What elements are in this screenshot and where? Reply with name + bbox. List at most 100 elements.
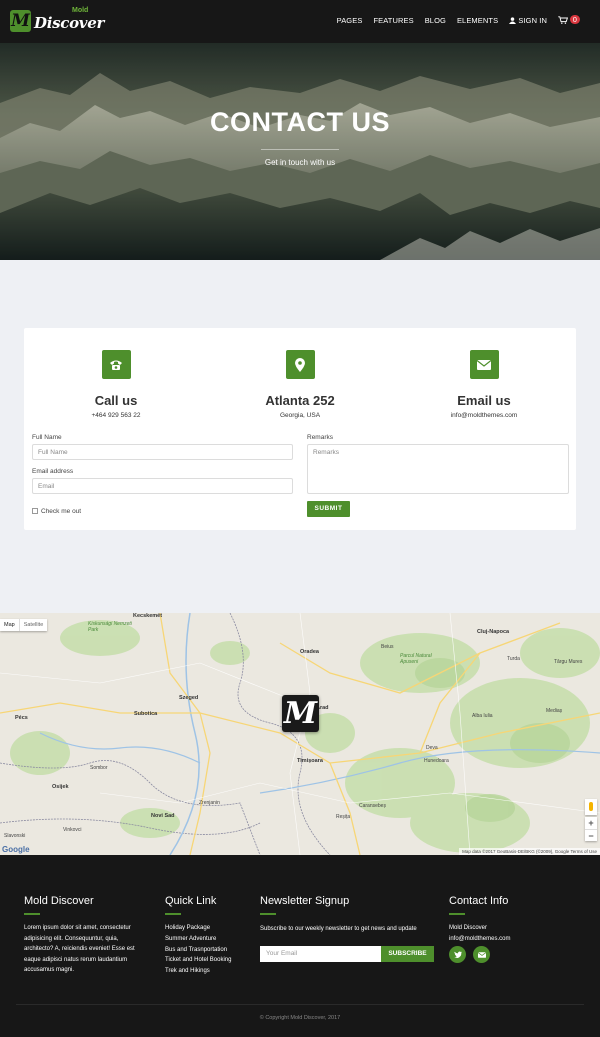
map-label: Beius	[381, 644, 394, 650]
contact-block-value: info@moldthemes.com	[450, 412, 518, 419]
quick-link[interactable]: Bus and Trasnportation	[165, 945, 255, 956]
quick-link[interactable]: Summer Adventure	[165, 934, 255, 945]
copyright-text: © Copyright Mold Discover, 2017	[259, 1015, 341, 1021]
heading-underline	[260, 913, 276, 915]
newsletter-text: Subscribe to our weekly newsletter to ge…	[260, 926, 417, 932]
subscribe-button[interactable]: SUBSCRIBE	[381, 946, 434, 962]
contact-block-email: Email us info@moldthemes.com	[394, 350, 574, 419]
map-label: Cluj-Napoca	[477, 629, 510, 635]
footer-newsletter: Newsletter Signup Subscribe to our weekl…	[260, 895, 440, 935]
zoom-out-button[interactable]: −	[585, 829, 597, 841]
contact-name: Mold Discover	[449, 925, 488, 931]
footer-quick-links: Quick Link Holiday Package Summer Advent…	[165, 895, 255, 977]
envelope-icon	[477, 951, 486, 958]
menu-item-features[interactable]: FEATURES	[373, 16, 413, 26]
map-label: Slavonski	[4, 833, 26, 839]
zoom-in-button[interactable]: +	[585, 817, 597, 829]
top-navbar: M Discover Mold PAGES FEATURES BLOG ELEM…	[0, 0, 600, 43]
map-label: Subotica	[134, 711, 158, 717]
heading-underline	[24, 913, 40, 915]
footer-contact: Contact Info Mold Discover info@moldthem…	[449, 895, 579, 944]
user-icon	[509, 17, 517, 24]
email-social-button[interactable]	[473, 946, 490, 963]
fullname-input[interactable]: Full Name	[32, 444, 293, 460]
contact-block-value: Georgia, USA	[279, 412, 321, 419]
remarks-textarea[interactable]: Remarks	[307, 444, 569, 494]
menu-item-blog[interactable]: BLOG	[425, 16, 446, 26]
email-label: Email address	[32, 468, 74, 475]
footer-heading: Quick Link	[165, 895, 217, 907]
fullname-label: Full Name	[32, 434, 62, 441]
map-label: Novi Sad	[151, 813, 175, 819]
check-me-checkbox[interactable]	[32, 508, 38, 514]
map-label: Zrenjanin	[199, 800, 220, 806]
contact-block-value: +464 929 563 22	[91, 412, 141, 419]
map-label: Deva	[426, 745, 438, 751]
title-divider	[261, 149, 339, 150]
footer-about-text: Lorem ipsum dolor sit amet, consectetur …	[24, 925, 135, 973]
newsletter-email-input[interactable]: Your Email	[260, 946, 381, 962]
map-label: Mediaș	[546, 708, 563, 714]
map-label: Pécs	[15, 715, 28, 721]
map-label: Osijek	[52, 784, 69, 790]
quick-link-list: Holiday Package Summer Adventure Bus and…	[165, 923, 255, 977]
page-subtitle: Get in touch with us	[264, 158, 336, 167]
footer-heading: Mold Discover	[24, 895, 94, 907]
cart-count-badge: 0	[569, 15, 580, 24]
cart-icon	[558, 16, 569, 24]
map-label: Sombor	[90, 765, 108, 771]
quick-link[interactable]: Trek and Hikings	[165, 966, 255, 977]
map-label: Vinkovci	[63, 827, 82, 833]
logo-small-text: Mold	[72, 7, 89, 14]
quick-link[interactable]: Holiday Package	[165, 923, 255, 934]
map-label: Kecskemét	[133, 613, 163, 619]
street-view-pegman-icon[interactable]	[585, 799, 597, 815]
check-me-label: Check me out	[41, 508, 82, 515]
map-tab-satellite[interactable]: Satellite	[18, 619, 48, 631]
logo-text: Discover	[34, 14, 105, 32]
footer: Mold Discover Lorem ipsum dolor sit amet…	[0, 855, 600, 1037]
contact-block-title: Email us	[457, 393, 511, 408]
cart-button[interactable]: 0	[558, 15, 580, 26]
footer-heading: Contact Info	[449, 895, 509, 907]
map-label: Oradea	[300, 649, 319, 655]
twitter-icon	[453, 951, 462, 958]
map-label: Caransebeș	[359, 803, 386, 809]
mail-icon	[469, 350, 499, 379]
map-label: Kiskunsági Nemzeti Park	[88, 621, 132, 633]
footer-about: Mold Discover Lorem ipsum dolor sit amet…	[24, 895, 144, 976]
google-logo: Google	[2, 845, 30, 854]
submit-button[interactable]: SUBMIT	[307, 501, 350, 517]
map-label: Parcul Natural Apuseni	[400, 653, 432, 665]
location-map[interactable]: Kecskemét Szeged Subotica Timișoara Arad…	[0, 613, 600, 855]
zoom-control: + −	[585, 817, 597, 841]
heading-underline	[165, 913, 181, 915]
footer-heading: Newsletter Signup	[260, 895, 350, 907]
map-label: Hunedoara	[424, 758, 449, 764]
signin-link[interactable]: SIGN IN	[509, 16, 547, 26]
contact-block-title: Atlanta 252	[265, 393, 335, 408]
twitter-button[interactable]	[449, 946, 466, 963]
map-tab-map[interactable]: Map	[0, 619, 19, 631]
menu-item-pages[interactable]: PAGES	[337, 16, 363, 26]
map-label: Târgu Mures	[554, 659, 583, 665]
main-menu: PAGES FEATURES BLOG ELEMENTS SIGN IN 0	[337, 15, 580, 26]
contact-card: Call us +464 929 563 22 Atlanta 252 Geor…	[24, 328, 576, 530]
contact-block-title: Call us	[94, 393, 138, 408]
map-label: Timișoara	[297, 758, 323, 764]
menu-item-elements[interactable]: ELEMENTS	[457, 16, 498, 26]
email-input[interactable]: Email	[32, 478, 293, 494]
map-type-control: Map Satellite	[0, 619, 48, 631]
logo-mark: M	[10, 10, 31, 32]
page-title: CONTACT US	[210, 107, 390, 137]
hero-banner: CONTACT US Get in touch with us	[0, 43, 600, 260]
contact-block-address: Atlanta 252 Georgia, USA	[210, 350, 390, 419]
quick-link[interactable]: Ticket and Hotel Booking	[165, 955, 255, 966]
logo[interactable]: M Discover Mold	[10, 7, 104, 34]
contact-email[interactable]: info@moldthemes.com	[449, 934, 579, 945]
map-credit[interactable]: Map data ©2017 GeoBasis-DE/BKG (©2009), …	[459, 848, 600, 855]
phone-icon	[101, 350, 131, 379]
map-label: Turda	[507, 656, 520, 662]
footer-divider	[16, 1004, 584, 1005]
map-marker[interactable]: M	[282, 695, 319, 732]
